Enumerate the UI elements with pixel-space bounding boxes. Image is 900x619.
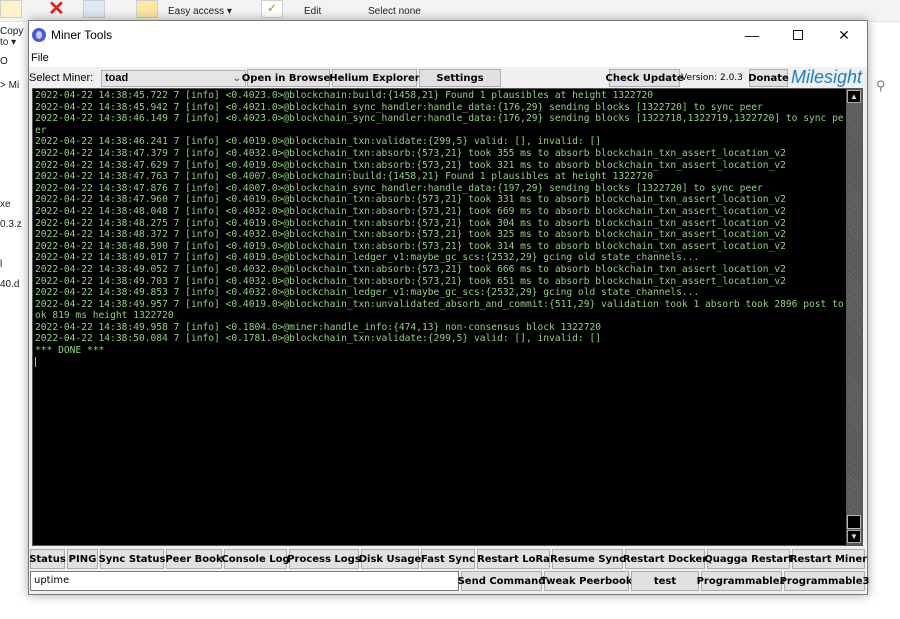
console-line: 2022-04-22 14:38:47.960 7 [info] <0.4019… — [35, 194, 786, 206]
brand-logo: Milesight — [791, 67, 862, 88]
console-line: 2022-04-22 14:38:49.017 7 [info] <0.4019… — [35, 252, 700, 264]
version-label: Version: 2.0.3 — [681, 73, 743, 83]
select-miner-label: Select Miner: — [29, 72, 94, 84]
console-line: 2022-04-22 14:38:49.703 7 [info] <0.4032… — [35, 275, 786, 287]
title-bar[interactable]: Miner Tools — ✕ — [29, 21, 867, 49]
command-input[interactable]: uptime — [30, 571, 459, 591]
restart-miner-button[interactable]: Restart Miner — [790, 549, 867, 569]
programmable3-button-2[interactable]: Programmable3 — [780, 571, 869, 591]
miner-select[interactable]: toad ⌄ — [101, 70, 246, 87]
restart-docker-button[interactable]: Restart Docker — [623, 549, 707, 569]
brand-text: Milesight — [791, 67, 863, 87]
toolbar: Select Miner: toad ⌄ Open in Browser Hel… — [29, 67, 867, 89]
chevron-down-icon: ⌄ — [232, 73, 241, 84]
check-update-button[interactable]: Check Update — [605, 69, 684, 87]
programmable3-button[interactable]: Programmable3 — [697, 571, 786, 591]
window-title: Miner Tools — [51, 28, 113, 42]
status-button[interactable]: Status — [29, 549, 66, 569]
console-line: 2022-04-22 14:38:50.084 7 [info] <0.1781… — [35, 333, 602, 345]
console-line: 2022-04-22 14:38:47.629 7 [info] <0.4019… — [35, 159, 786, 171]
delete-icon: ✕ — [48, 0, 65, 20]
bg-fragment: 0.3.z — [0, 219, 22, 230]
console-line: 2022-04-22 14:38:45.722 7 [info] <0.4023… — [35, 90, 654, 101]
helium-explorer-button[interactable]: Helium Explorer — [329, 69, 420, 87]
menu-bar: File — [29, 49, 867, 67]
background-explorer-sidebar: Copy to ▾ O > Mi xe 0.3.z l 40.d — [0, 22, 28, 619]
bg-fragment: l — [0, 259, 3, 270]
sync-status-button[interactable]: Sync Status — [99, 549, 165, 569]
menu-file[interactable]: File — [31, 52, 49, 64]
console-line: 2022-04-22 14:38:47.876 7 [info] <0.4007… — [35, 182, 763, 194]
bg-fragment: > Mi — [0, 80, 20, 91]
maximize-icon — [793, 30, 803, 40]
ribbon-select-none[interactable]: Select none — [368, 6, 421, 17]
miner-select-value: toad — [105, 72, 129, 84]
send-command-button[interactable]: Send Command — [458, 571, 545, 591]
bg-fragment: 40.d — [0, 279, 20, 290]
ribbon-easy-access[interactable]: Easy access ▾ — [168, 6, 232, 17]
checkbox-icon: ✓ — [261, 0, 283, 18]
console-line: 2022-04-22 14:38:48.048 7 [info] <0.4032… — [35, 205, 786, 217]
ribbon-edit[interactable]: Edit — [304, 6, 321, 17]
console-line: 2022-04-22 14:38:48.590 7 [info] <0.4019… — [35, 240, 786, 252]
console-output[interactable]: 2022-04-22 14:38:45.722 7 [info] <0.4023… — [32, 88, 863, 546]
monitor-icon — [83, 0, 105, 18]
scroll-up-arrow-icon[interactable]: ▲ — [847, 90, 861, 103]
console-log-button[interactable]: Console Log — [221, 549, 290, 569]
console-line: 2022-04-22 14:38:47.379 7 [info] <0.4032… — [35, 147, 786, 159]
console-line: 2022-04-22 14:38:49.958 7 [info] <0.1804… — [35, 321, 602, 333]
bg-fragment: to ▾ — [0, 37, 17, 48]
console-line: 2022-04-22 14:38:47.763 7 [info] <0.4007… — [35, 171, 654, 183]
disk-usage-button[interactable]: Disk Usage — [359, 549, 421, 569]
tweak-peerbook-button[interactable]: Tweak Peerbook — [541, 571, 633, 591]
new-folder-icon — [136, 0, 158, 18]
background-explorer-ribbon: ✕ Easy access ▾ ✓ Edit Select none — [0, 0, 900, 22]
restart-lora-button[interactable]: Restart LoRa — [477, 549, 550, 569]
console-line: 2022-04-22 14:38:48.372 7 [info] <0.4032… — [35, 229, 786, 241]
folder-icon — [0, 0, 22, 18]
console-line: 2022-04-22 14:38:46.241 7 [info] <0.4019… — [35, 136, 602, 148]
console-line: *** DONE *** — [35, 345, 105, 357]
bg-fragment: xe — [0, 199, 11, 210]
resume-sync-button[interactable]: Resume Sync — [550, 549, 625, 569]
scroll-thumb[interactable] — [847, 515, 861, 529]
test-button[interactable]: test — [631, 571, 699, 591]
maximize-button[interactable] — [775, 21, 821, 49]
console-line: 2022-04-22 14:38:49.957 7 [info] <0.4019… — [35, 298, 844, 322]
console-line: 2022-04-22 14:38:45.942 7 [info] <0.4021… — [35, 101, 763, 113]
scroll-track[interactable] — [847, 103, 861, 515]
console-line: 2022-04-22 14:38:46.149 7 [info] <0.4023… — [35, 113, 844, 136]
fast-sync-button[interactable]: Fast Sync — [421, 549, 475, 569]
settings-button[interactable]: Settings — [419, 69, 501, 87]
bg-fragment: O — [0, 56, 8, 67]
console-line: 2022-04-22 14:38:49.052 7 [info] <0.4032… — [35, 263, 786, 275]
close-button[interactable]: ✕ — [821, 21, 867, 49]
app-icon — [32, 28, 46, 42]
console-line: 2022-04-22 14:38:49.853 7 [info] <0.4032… — [35, 287, 700, 299]
console-scrollbar[interactable]: ▲ ▼ — [846, 89, 862, 545]
console-cursor — [35, 356, 847, 369]
minimize-button[interactable]: — — [729, 21, 775, 49]
scroll-down-arrow-icon[interactable]: ▼ — [847, 530, 861, 543]
quagga-restart-button[interactable]: Quagga Restart — [704, 549, 793, 569]
console-line: 2022-04-22 14:38:48.275 7 [info] <0.4019… — [35, 217, 786, 229]
ping-button[interactable]: PING — [67, 549, 98, 569]
search-icon: ⚲ — [876, 78, 886, 93]
process-logs-button[interactable]: Process Logs — [287, 549, 361, 569]
console-text: 2022-04-22 14:38:45.722 7 [info] <0.4023… — [35, 90, 847, 368]
donate-button[interactable]: Donate — [748, 69, 789, 87]
peer-book-button[interactable]: Peer Book — [165, 549, 223, 569]
miner-tools-window: Miner Tools — ✕ File Select Miner: toad … — [28, 20, 869, 595]
bg-fragment: Copy — [0, 26, 24, 37]
open-in-browser-button[interactable]: Open in Browser — [242, 69, 335, 87]
